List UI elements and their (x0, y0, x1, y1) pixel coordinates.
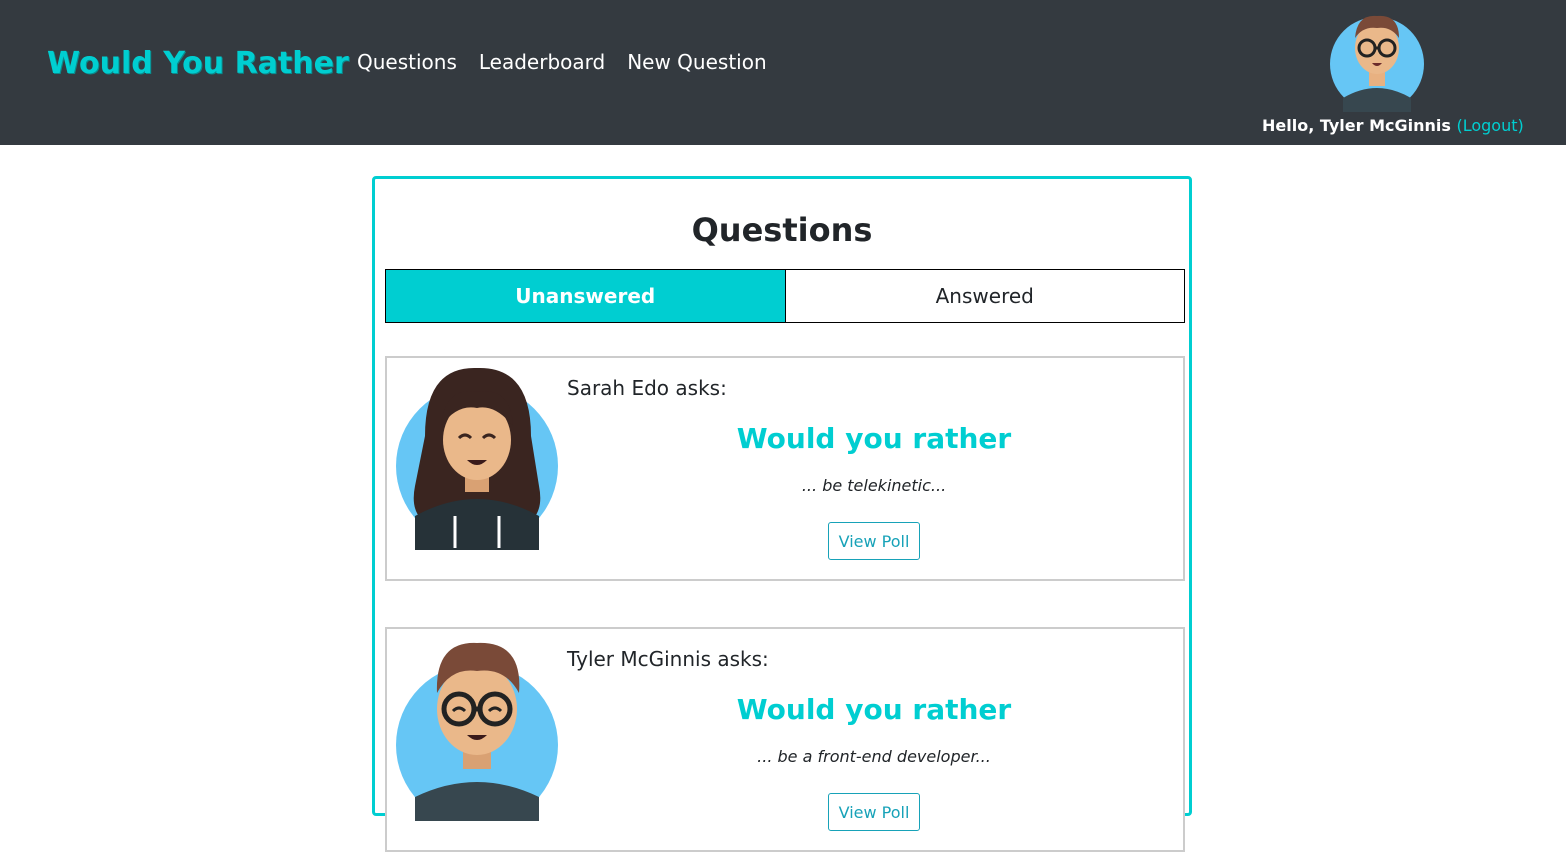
nav-links: Questions Leaderboard New Question (357, 50, 767, 74)
tab-answered[interactable]: Answered (785, 270, 1184, 322)
question-card: Sarah Edo asks: Would you rather ... be … (385, 356, 1185, 581)
tab-unanswered[interactable]: Unanswered (386, 270, 786, 322)
view-poll-button[interactable]: View Poll (828, 793, 920, 831)
asker-name: Tyler McGinnis asks: (567, 647, 769, 671)
question-tabs: Unanswered Answered (385, 269, 1185, 323)
user-avatar-icon (1330, 15, 1424, 112)
nav-link-new-question[interactable]: New Question (627, 50, 766, 74)
brand-logo[interactable]: Would You Rather (47, 46, 349, 81)
user-greeting: Hello, Tyler McGinnis (Logout) (1262, 116, 1524, 135)
question-card: Tyler McGinnis asks: Would you rather ..… (385, 627, 1185, 852)
question-option-preview: ... be telekinetic... (801, 476, 947, 495)
greeting-text: Hello, Tyler McGinnis (1262, 116, 1451, 135)
asker-name: Sarah Edo asks: (567, 376, 727, 400)
questions-panel: Questions Unanswered Answered Sarah Edo … (372, 176, 1192, 852)
question-heading: Would you rather (736, 693, 1012, 726)
view-poll-button[interactable]: View Poll (828, 522, 920, 560)
logout-link[interactable]: (Logout) (1456, 116, 1523, 135)
page-title: Questions (691, 211, 873, 249)
nav-link-questions[interactable]: Questions (357, 50, 457, 74)
woman-avatar-icon (396, 367, 558, 550)
man-glasses-avatar-icon (396, 642, 558, 821)
nav-link-leaderboard[interactable]: Leaderboard (479, 50, 605, 74)
top-navbar: Would You Rather Questions Leaderboard N… (0, 0, 1566, 145)
question-option-preview: ... be a front-end developer... (757, 747, 991, 766)
question-heading: Would you rather (736, 422, 1012, 455)
user-area: Hello, Tyler McGinnis (Logout) (1262, 8, 1524, 135)
